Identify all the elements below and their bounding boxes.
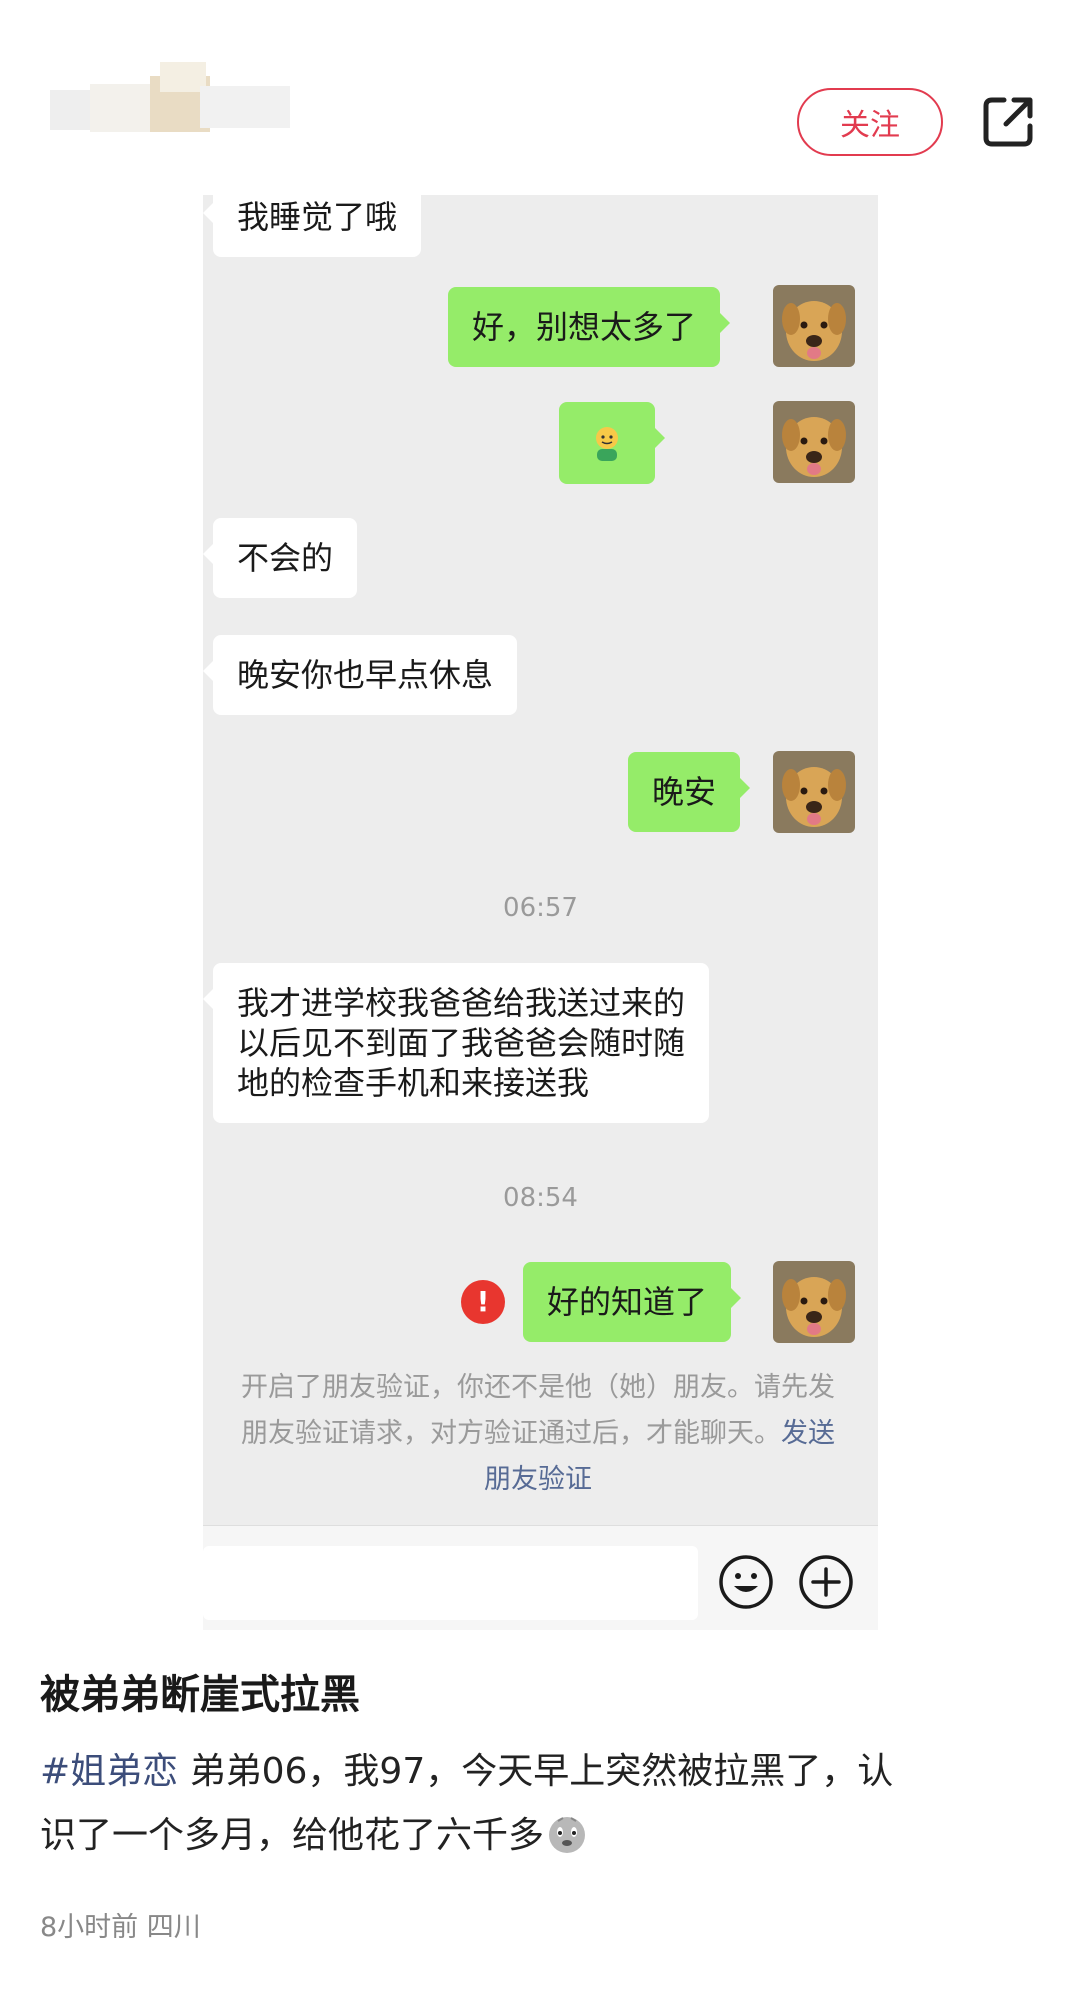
send-failed-icon[interactable]: !: [461, 1280, 505, 1324]
message-line: 地的检查手机和来接送我: [237, 1064, 590, 1102]
blurred-username: [50, 62, 310, 162]
system-notice-line: 朋友验证请求，对方验证通过后，才能聊天。发送: [203, 1411, 878, 1457]
message-bubble-incoming: 我睡觉了哦: [203, 195, 422, 257]
chat-timestamp: 08:54: [503, 1183, 578, 1213]
dog-avatar: [773, 401, 855, 483]
sad-face-icon: [546, 1812, 588, 1854]
friend-verification-link[interactable]: 朋友验证: [203, 1457, 878, 1503]
post-body-line: #姐弟恋 弟弟06，我97，今天早上突然被拉黑了，认: [40, 1740, 1040, 1804]
system-notice-text: 朋友验证请求，对方验证通过后，才能聊天。: [241, 1418, 781, 1449]
post-body-text: 识了一个多月，给他花了六千多: [40, 1815, 545, 1856]
dog-avatar: [773, 285, 855, 367]
emoji-icon: [587, 424, 627, 464]
message-bubble-incoming: 晚安你也早点休息: [203, 635, 518, 715]
dog-avatar: [773, 1261, 855, 1343]
follow-button[interactable]: 关注: [797, 88, 943, 156]
post-body: #姐弟恋 弟弟06，我97，今天早上突然被拉黑了，认 识了一个多月，给他花了六千…: [40, 1740, 1040, 1868]
message-bubble-outgoing: 好，别想太多了: [448, 287, 731, 367]
emoji-button[interactable]: [718, 1554, 774, 1610]
post-body-text: 弟弟06，我97，今天早上突然被拉黑了，认: [178, 1751, 894, 1792]
message-bubble-outgoing: 晚安: [628, 752, 751, 832]
send-verification-link[interactable]: 发送: [781, 1418, 835, 1449]
chat-input-bar: [203, 1525, 878, 1630]
message-bubble-incoming-long: 我才进学校我爸爸给我送过来的 以后见不到面了我爸爸会随时随 地的检查手机和来接送…: [203, 963, 710, 1123]
post-meta: 8小时前 四川: [40, 1912, 201, 1943]
message-bubble-outgoing-emoji: [559, 402, 665, 484]
chat-input-field[interactable]: [203, 1546, 698, 1620]
chat-screenshot: 我睡觉了哦 好，别想太多了 不会的 晚安你也早点休息 晚安 06:57 我才进学…: [203, 195, 878, 1630]
post-title: 被弟弟断崖式拉黑: [40, 1672, 360, 1718]
chat-timestamp: 06:57: [503, 893, 578, 923]
message-line: 我才进学校我爸爸给我送过来的: [237, 984, 686, 1022]
message-bubble-incoming: 不会的: [203, 518, 358, 598]
system-notice-line: 开启了朋友验证，你还不是他（她）朋友。请先发: [241, 1372, 835, 1403]
post-body-line: 识了一个多月，给他花了六千多: [40, 1804, 1040, 1868]
system-notice: 开启了朋友验证，你还不是他（她）朋友。请先发 朋友验证请求，对方验证通过后，才能…: [203, 1365, 878, 1503]
plus-button[interactable]: [798, 1554, 854, 1610]
share-icon[interactable]: [980, 92, 1038, 150]
message-line: 以后见不到面了我爸爸会随时随: [237, 1024, 686, 1062]
message-bubble-outgoing: 好的知道了: [523, 1262, 742, 1342]
dog-avatar: [773, 751, 855, 833]
hashtag-link[interactable]: #姐弟恋: [40, 1751, 178, 1792]
